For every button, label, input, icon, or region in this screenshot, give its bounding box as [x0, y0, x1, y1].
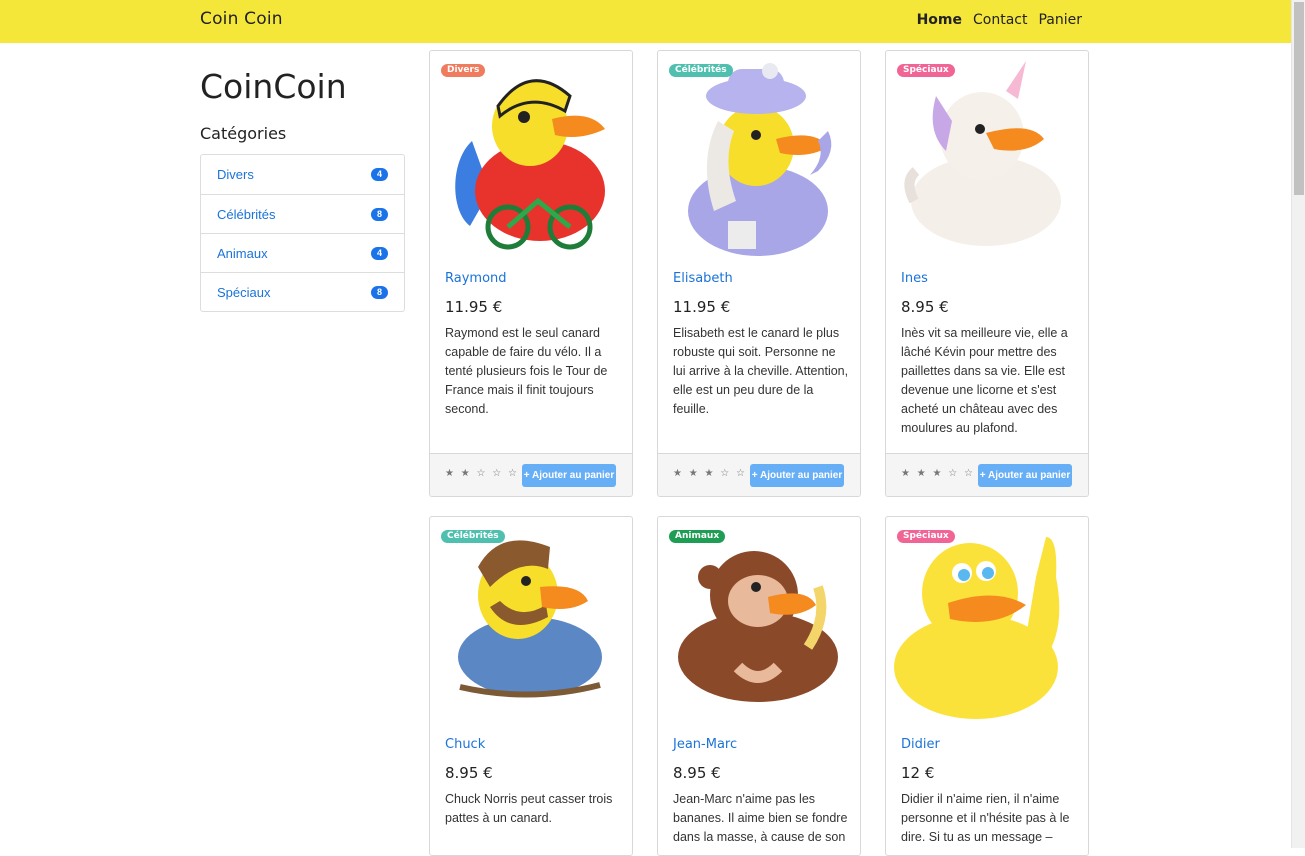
product-price: 11.95 € [673, 298, 731, 316]
card-footer: ★ ★ ☆ ☆ ☆ + Ajouter au panier [430, 453, 632, 496]
product-description: Jean-Marc n'aime pas les bananes. Il aim… [673, 792, 848, 844]
category-item-celebrites[interactable]: Célébrités 8 [201, 194, 404, 233]
sidebar: CoinCoin Catégories Divers 4 Célébrités … [200, 62, 405, 312]
rating-stars: ★ ★ ☆ ☆ ☆ [445, 468, 519, 479]
product-name-link[interactable]: Raymond [445, 271, 507, 286]
category-badge: Animaux [669, 530, 726, 543]
top-navbar: Coin Coin Home Contact Panier [0, 0, 1291, 43]
category-label: Spéciaux [217, 284, 271, 300]
nav-home-link[interactable]: Home [917, 12, 962, 28]
category-badge: Divers [441, 64, 486, 77]
card-footer: ★ ★ ★ ☆ ☆ + Ajouter au panier [886, 453, 1088, 496]
categories-heading: Catégories [200, 124, 287, 143]
duck-cyclist-image[interactable] [430, 51, 632, 261]
product-price: 8.95 € [445, 764, 493, 782]
add-to-cart-button[interactable]: + Ajouter au panier [978, 464, 1072, 487]
scrollbar-thumb[interactable] [1294, 2, 1304, 195]
rating-stars: ★ ★ ★ ☆ ☆ [673, 468, 747, 479]
category-label: Divers [217, 167, 254, 182]
card-footer: ★ ★ ★ ☆ ☆ + Ajouter au panier [658, 453, 860, 496]
category-list: Divers 4 Célébrités 8 Animaux 4 Spéciaux… [200, 154, 405, 312]
product-card-elisabeth: Célébrités Elisabeth 11.95 € Elisabeth e… [657, 50, 861, 497]
product-name-link[interactable]: Ines [901, 271, 928, 286]
category-count-badge: 4 [371, 168, 388, 181]
duck-monkey-image[interactable] [658, 517, 860, 727]
add-to-cart-button[interactable]: + Ajouter au panier [750, 464, 844, 487]
product-card-jean-marc: Animaux Jean-Marc 8.95 € Jean-Marc n'aim… [657, 516, 861, 856]
product-price: 12 € [901, 764, 935, 782]
category-badge: Célébrités [441, 530, 505, 543]
product-card-raymond: Divers Raymond 11.95 € Raymond est le se… [429, 50, 633, 497]
site-title: CoinCoin [200, 67, 347, 106]
product-price: 8.95 € [901, 298, 949, 316]
product-description: Elisabeth est le canard le plus robuste … [673, 326, 849, 416]
category-count-badge: 4 [371, 246, 388, 260]
product-price: 8.95 € [673, 764, 721, 782]
add-to-cart-button[interactable]: + Ajouter au panier [522, 464, 616, 487]
product-price: 11.95 € [445, 298, 503, 316]
category-item-divers[interactable]: Divers 4 [201, 155, 404, 194]
duck-middle-finger-image[interactable] [886, 517, 1088, 727]
duck-chuck-image[interactable] [430, 517, 632, 727]
category-badge: Spéciaux [897, 530, 955, 543]
duck-unicorn-image[interactable] [886, 51, 1088, 261]
category-item-speciaux[interactable]: Spéciaux 8 [201, 272, 404, 311]
category-label: Animaux [217, 245, 268, 261]
product-description: Chuck Norris peut casser trois pattes à … [445, 792, 613, 825]
brand-link[interactable]: Coin Coin [200, 9, 283, 29]
product-name-link[interactable]: Elisabeth [673, 271, 733, 286]
rating-stars: ★ ★ ★ ☆ ☆ [901, 468, 975, 479]
category-label: Célébrités [217, 206, 276, 222]
product-card-didier: Spéciaux Didier 12 € Didier il n'aime ri… [885, 516, 1089, 856]
product-card-chuck: Célébrités Chuck 8.95 € Chuck Norris peu… [429, 516, 633, 856]
category-badge: Spéciaux [897, 64, 955, 77]
category-badge: Célébrités [669, 64, 733, 77]
page-scrollbar[interactable] [1291, 0, 1305, 848]
product-description: Raymond est le seul canard capable de fa… [445, 326, 608, 416]
product-card-ines: Spéciaux Ines 8.95 € Inès vit sa meilleu… [885, 50, 1089, 497]
category-item-animaux[interactable]: Animaux 4 [201, 233, 404, 272]
product-name-link[interactable]: Jean-Marc [673, 737, 737, 752]
product-description: Inès vit sa meilleure vie, elle a lâché … [901, 326, 1068, 435]
product-description: Didier il n'aime rien, il n'aime personn… [901, 792, 1070, 844]
nav-contact-link[interactable]: Contact [973, 12, 1027, 28]
product-name-link[interactable]: Chuck [445, 737, 485, 752]
product-name-link[interactable]: Didier [901, 737, 940, 752]
category-count-badge: 8 [371, 285, 388, 299]
nav-cart-link[interactable]: Panier [1038, 12, 1082, 28]
category-count-badge: 8 [371, 207, 388, 221]
duck-queen-image[interactable] [658, 51, 860, 261]
nav-links: Home Contact Panier [917, 12, 1082, 28]
